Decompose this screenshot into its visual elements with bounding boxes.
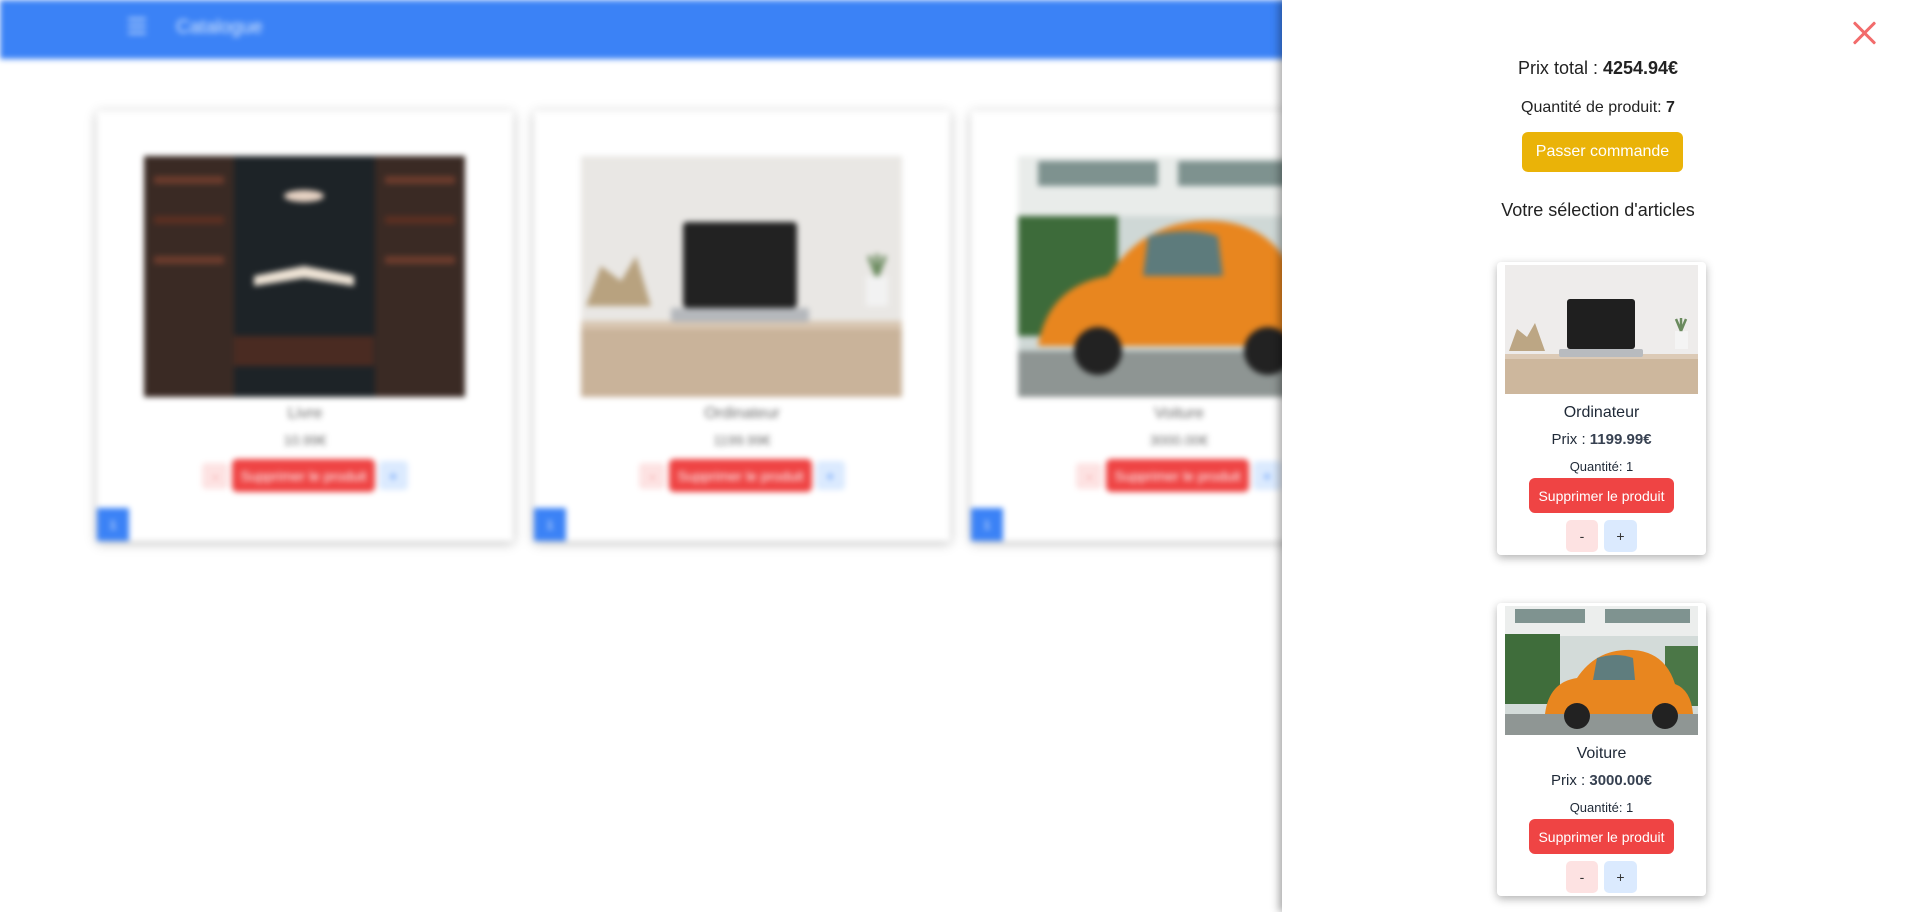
price-label: Prix :: [1551, 772, 1590, 789]
cart-quantity: Quantité de produit: 7: [1282, 99, 1914, 117]
remove-item-button[interactable]: Supprimer le produit: [1529, 478, 1674, 513]
cart-item-price: Prix : 1199.99€: [1497, 431, 1706, 448]
decrease-button[interactable]: -: [639, 462, 666, 489]
quantity-badge: 1: [534, 508, 566, 541]
cart-quantity-label: Quantité de produit:: [1521, 99, 1667, 116]
delete-product-button[interactable]: Supprimer le produit: [1106, 459, 1249, 492]
decrease-button[interactable]: -: [202, 462, 229, 489]
product-card: Livre 10.99€ - Supprimer le produit + 1: [97, 111, 513, 541]
delete-product-button[interactable]: Supprimer le produit: [232, 459, 375, 492]
product-actions: - Supprimer le produit +: [534, 459, 950, 492]
laptop-photo: [581, 156, 902, 397]
product-price: 1199.99€: [713, 432, 771, 448]
increase-button[interactable]: +: [1252, 461, 1282, 490]
price-value: 1199.99€: [1589, 431, 1652, 448]
quantity-badge: 1: [97, 508, 129, 541]
place-order-button[interactable]: Passer commande: [1522, 132, 1683, 172]
hamburger-menu-icon[interactable]: [128, 18, 146, 34]
product-name: Livre: [287, 405, 323, 422]
cart-total-label: Prix total :: [1517, 58, 1603, 78]
product-card: Ordinateur 1199.99€ - Supprimer le produ…: [534, 111, 950, 541]
orange-car-photo: [1505, 606, 1698, 735]
cart-total-value: 4254.94€: [1602, 58, 1679, 78]
close-icon[interactable]: [1851, 20, 1877, 46]
book-photo: [144, 156, 465, 397]
cart-item-quantity: Quantité: 1: [1569, 459, 1634, 474]
cart-quantity-value: 7: [1666, 99, 1675, 116]
increase-button[interactable]: +: [378, 461, 408, 490]
decrease-button[interactable]: -: [1566, 520, 1598, 552]
delete-product-button[interactable]: Supprimer le produit: [669, 459, 812, 492]
cart-item-quantity: Quantité: 1: [1569, 800, 1634, 815]
selection-title: Votre sélection d'articles: [1501, 200, 1695, 220]
cart-item: Ordinateur Prix : 1199.99€ Quantité: 1 S…: [1497, 262, 1706, 555]
remove-item-button[interactable]: Supprimer le produit: [1529, 819, 1674, 854]
cart-panel: Prix total : 4254.94€ Quantité de produi…: [1282, 0, 1914, 912]
cart-item: Voiture Prix : 3000.00€ Quantité: 1 Supp…: [1497, 603, 1706, 896]
product-name: Ordinateur: [704, 405, 780, 422]
price-label: Prix :: [1551, 431, 1590, 448]
decrease-button[interactable]: -: [1076, 462, 1103, 489]
product-price: 10.99€: [283, 432, 327, 448]
decrease-button[interactable]: -: [1566, 861, 1598, 893]
cart-item-name: Ordinateur: [1563, 404, 1640, 421]
cart-item-price: Prix : 3000.00€: [1497, 772, 1706, 789]
laptop-photo: [1505, 265, 1698, 394]
increase-button[interactable]: +: [1604, 861, 1637, 893]
increase-button[interactable]: +: [815, 461, 845, 490]
price-value: 3000.00€: [1589, 772, 1652, 789]
app-title: Catalogue: [176, 17, 263, 38]
cart-total: Prix total : 4254.94€: [1282, 58, 1914, 79]
cart-item-name: Voiture: [1576, 745, 1627, 762]
quantity-badge: 1: [971, 508, 1003, 541]
increase-button[interactable]: +: [1604, 520, 1637, 552]
product-actions: - Supprimer le produit +: [97, 459, 513, 492]
